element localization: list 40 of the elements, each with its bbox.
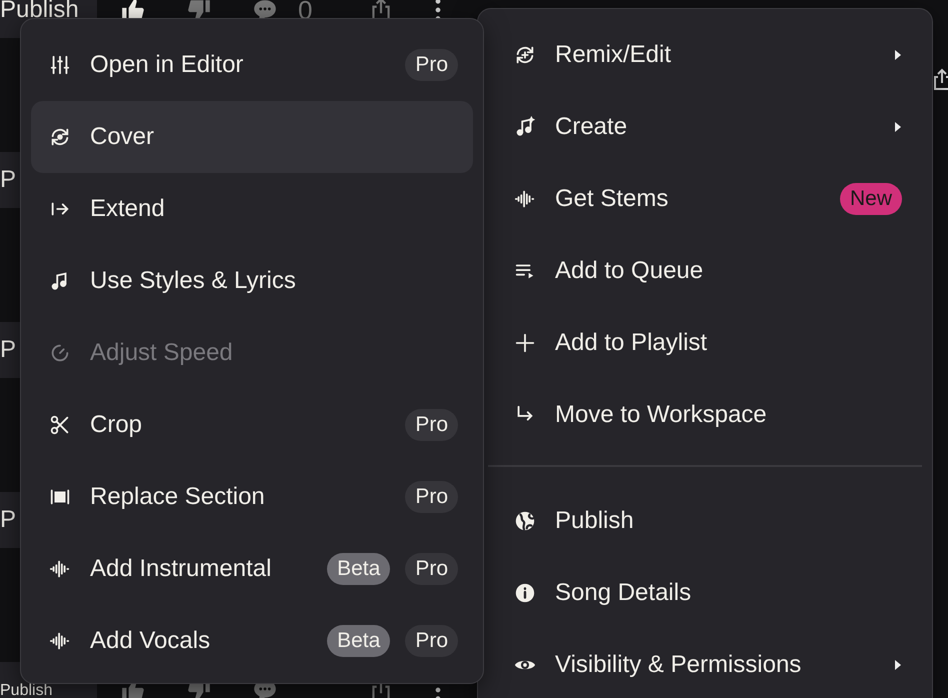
plus-icon [514,332,536,354]
menu-item[interactable]: Cover [31,101,473,173]
publish-button[interactable]: P [0,492,20,548]
menu-item[interactable]: Publish [488,485,922,557]
menu-item[interactable]: Visibility & Permissions [488,629,922,698]
menu-item[interactable]: Add Instrumental Beta Pro [31,533,473,605]
globe-icon [514,510,536,532]
beta-badge: Beta [327,625,390,657]
waveform-icon [514,188,536,210]
publish-button[interactable]: P [0,322,20,378]
gauge-icon [49,342,71,364]
menu-item[interactable]: Extend [31,173,473,245]
sliders-icon [49,54,71,76]
beta-badge: Beta [327,553,390,585]
menu-item[interactable]: Create [488,91,922,163]
pro-badge: Pro [405,481,458,513]
menu-item[interactable]: Add to Queue [488,235,922,307]
cycle-icon [49,126,71,148]
music-note-sparkle-icon [514,116,536,138]
pro-badge: Pro [405,409,458,441]
menu-item[interactable]: Use Styles & Lyrics [31,245,473,317]
scissors-icon [49,414,71,436]
menu-item[interactable]: Move to Workspace [488,379,922,451]
waveform-icon [49,630,71,652]
info-icon [514,582,536,604]
pro-badge: Pro [405,625,458,657]
cycle-plus-icon [514,44,536,66]
pro-badge: Pro [405,49,458,81]
new-badge: New [840,183,902,215]
menu-item[interactable]: Get Stems New [488,163,922,235]
menu-item[interactable]: Add to Playlist [488,307,922,379]
menu-item[interactable]: Add Vocals Beta Pro [31,605,473,677]
menu-item[interactable]: Song Details [488,557,922,629]
pro-badge: Pro [405,553,458,585]
publish-button[interactable]: P [0,152,20,208]
menu-item[interactable]: Open in Editor Pro [31,29,473,101]
menu-item[interactable]: Remix/Edit [488,19,922,91]
menu-item[interactable]: Crop Pro [31,389,473,461]
menu-item[interactable]: Replace Section Pro [31,461,473,533]
waveform-icon [49,558,71,580]
